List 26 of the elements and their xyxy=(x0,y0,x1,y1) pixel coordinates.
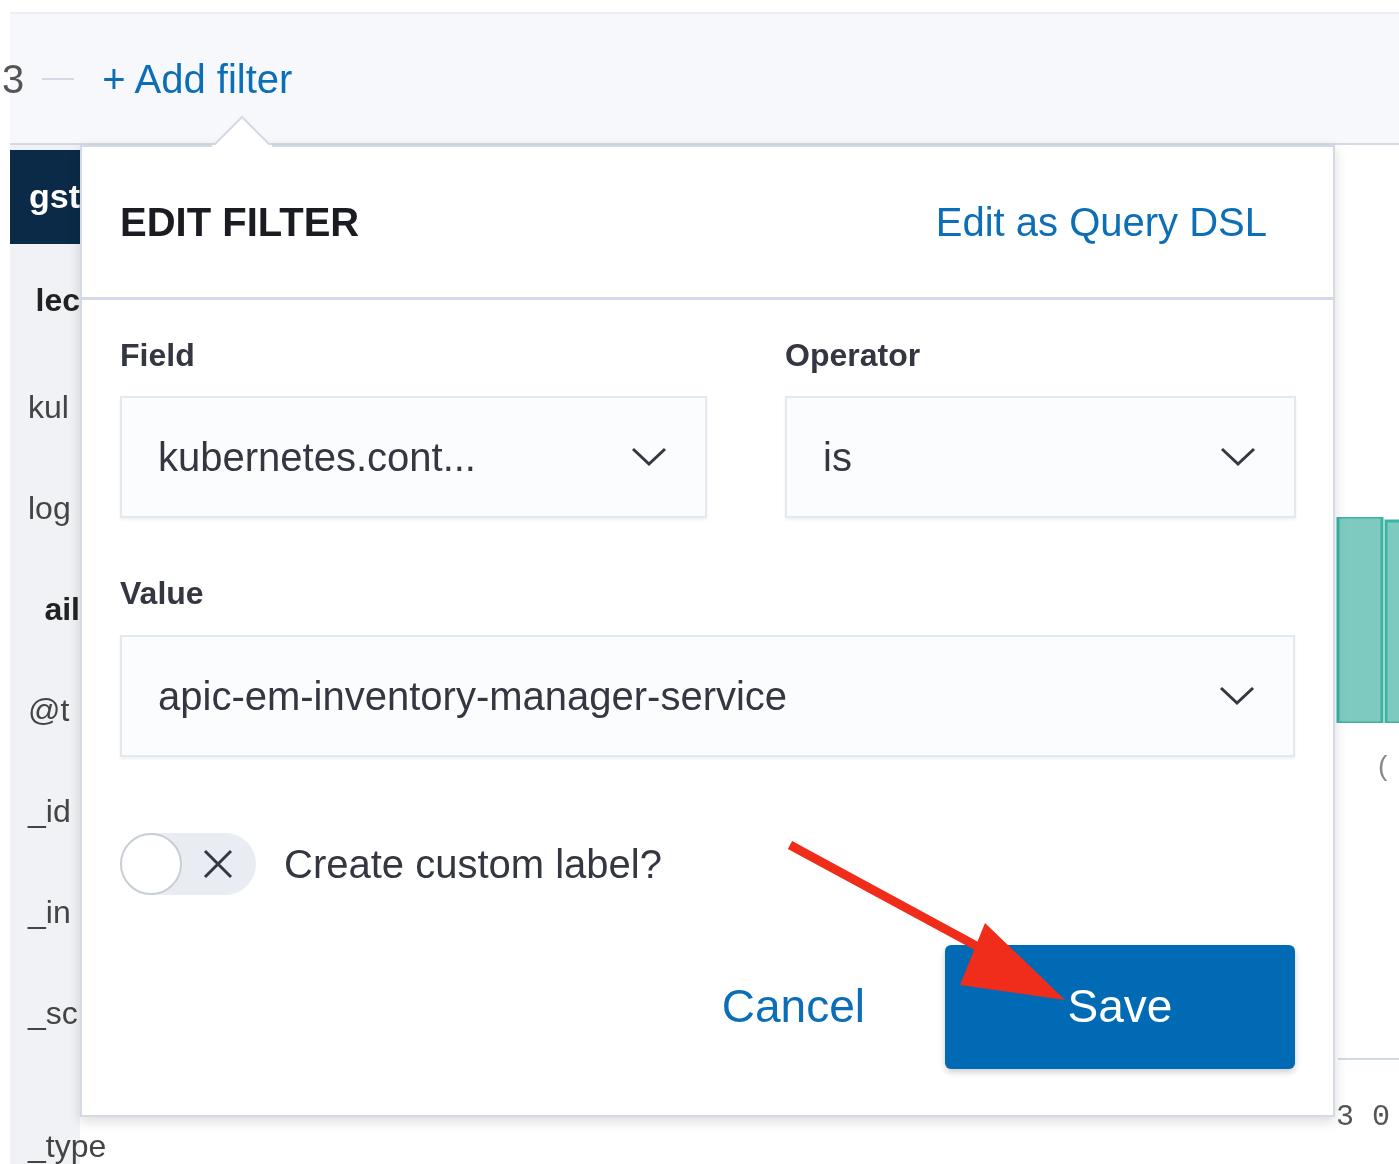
value-label: Value xyxy=(120,574,205,613)
add-filter-link[interactable]: + Add filter xyxy=(102,48,293,109)
field-name[interactable]: _in xyxy=(28,888,71,937)
field-name[interactable]: _sc xyxy=(28,989,78,1038)
field-name[interactable]: _id xyxy=(28,787,71,836)
query-dsl-link[interactable]: Edit as Query DSL xyxy=(935,192,1267,252)
field-select[interactable]: kubernetes.cont... xyxy=(120,396,707,519)
field-name[interactable]: @t xyxy=(28,685,70,734)
toggle-label: Create custom label? xyxy=(284,840,662,888)
close-icon xyxy=(202,847,234,880)
axis-label: ( xyxy=(1378,749,1388,783)
index-pattern-label[interactable]: gst xyxy=(10,150,80,244)
value-select[interactable]: apic-em-inventory-manager-service xyxy=(120,634,1295,757)
field-name[interactable]: log xyxy=(28,483,71,532)
field-label: Field xyxy=(120,336,196,375)
field-name[interactable]: _type xyxy=(28,1130,107,1164)
axis-label: 3 0 xyxy=(1336,1099,1390,1136)
cancel-button[interactable]: Cancel xyxy=(721,972,865,1042)
section-heading: lec xyxy=(35,280,80,320)
save-button[interactable]: Save xyxy=(945,944,1295,1069)
operator-label: Operator xyxy=(785,336,922,375)
field-name[interactable]: kul xyxy=(28,382,69,431)
popover-title: EDIT FILTER xyxy=(120,199,360,246)
section-heading: ail xyxy=(44,589,80,629)
operator-select[interactable]: is xyxy=(785,396,1296,519)
query-bar-text: 3 xyxy=(2,55,25,103)
